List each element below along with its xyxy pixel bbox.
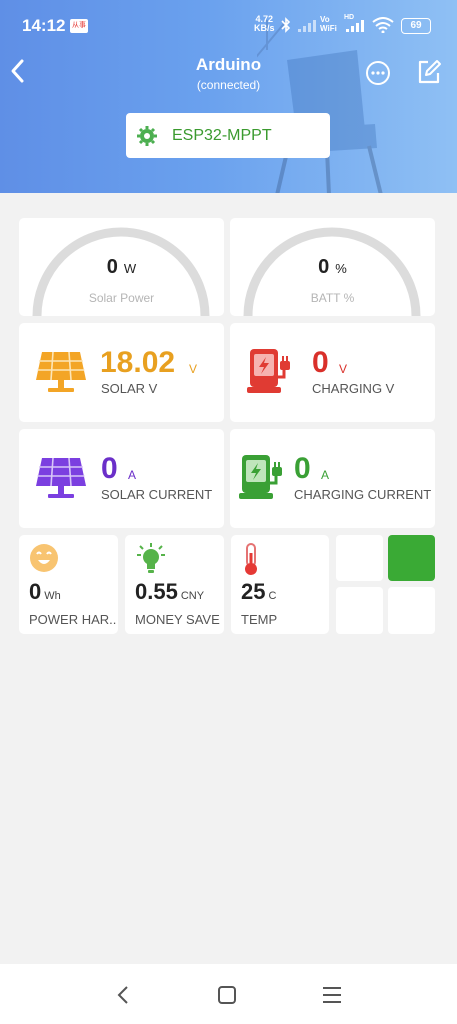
notification-badge-icon: 从事 [70,19,88,33]
gauge-label: Solar Power [88,291,155,305]
gauge-unit: W [123,261,137,276]
metric-label: SOLAR CURRENT [101,487,213,502]
metric-unit: A [321,468,330,482]
switch-button-4[interactable] [388,587,435,634]
switch-button-2[interactable] [388,535,435,581]
ev-charger-icon [247,349,290,393]
stat-label: POWER HAR.. [29,612,117,627]
ev-charger-icon [239,455,282,499]
network-speed-unit: KB/s [254,23,275,33]
solar-panel-icon [36,457,86,498]
stat-money-saved[interactable]: 0.55 CNY MONEY SAVE [125,535,224,634]
metric-value: 18.02 [100,346,176,379]
gauge-solar-power[interactable]: 0W Solar Power [19,218,224,316]
signal-strong-icon [346,20,364,32]
stat-value-wrap: 0.55 CNY [135,579,204,605]
status-bar: 14:12 从事 4.72 KB/s Vo WiFi HD 69 [0,0,457,50]
status-time: 14:12 [22,16,66,35]
gauge-value: 0 [318,256,330,278]
system-nav-bar [0,964,457,1024]
wifi-icon [372,17,394,33]
switch-button-3[interactable] [336,587,383,634]
stat-value: 25 [241,579,266,604]
edit-icon[interactable] [416,59,442,85]
battery-icon: 69 [401,18,431,34]
gear-icon [137,125,157,146]
switch-button-1[interactable] [336,535,383,581]
metric-solar-voltage[interactable]: 18.02 V SOLAR V [19,323,224,422]
stat-value-wrap: 0 Wh [29,579,61,605]
stat-label: MONEY SAVE [135,612,220,627]
vowifi-label: Vo WiFi [320,15,337,33]
metric-unit: V [339,362,348,376]
gauge-value-wrap: 0% [230,256,435,279]
stat-label: TEMP [241,612,278,627]
gauge-label: BATT % [310,291,355,305]
metric-charging-voltage[interactable]: 0 V CHARGING V [230,323,435,422]
signal-weak-icon [298,20,316,32]
gauge-unit: % [335,261,347,276]
nav-home-icon[interactable] [217,984,237,1006]
nav-menu-icon[interactable] [322,984,342,1006]
solar-panel-icon [36,351,86,392]
app-header: 14:12 从事 4.72 KB/s Vo WiFi HD 69 Arduino [0,0,457,193]
stat-value: 0.55 [135,579,178,604]
gauge-value-wrap: 0W [19,256,224,279]
bluetooth-icon [281,17,291,33]
stat-unit: CNY [180,590,205,602]
metric-solar-current[interactable]: 0 A SOLAR CURRENT [19,429,224,528]
metric-charging-current[interactable]: 0 A CHARGING CURRENT [230,429,435,528]
gauge-battery[interactable]: 0% BATT % [230,218,435,316]
stat-unit: Wh [44,590,61,602]
metric-label: SOLAR V [101,381,158,396]
metric-label: CHARGING V [312,381,395,396]
metric-unit: V [189,362,198,376]
metric-label: CHARGING CURRENT [294,487,432,502]
lightbulb-icon [137,543,165,573]
nav-back-icon[interactable] [114,984,132,1006]
stat-unit: C [268,590,277,602]
network-speed: 4.72 KB/s [254,15,275,33]
metric-value: 0 [294,452,311,485]
thermometer-icon [245,543,257,575]
stat-value: 0 [29,579,42,604]
smiley-icon [30,544,58,572]
stat-value-wrap: 25 C [241,579,276,605]
metric-value: 0 [312,346,329,379]
device-name: ESP32-MPPT [172,126,272,144]
device-selector[interactable]: ESP32-MPPT [126,113,330,158]
stat-power-harvested[interactable]: 0 Wh POWER HAR.. [19,535,118,634]
stat-temperature[interactable]: 25 C TEMP [231,535,329,634]
metric-value: 0 [101,452,118,485]
metric-unit: A [128,468,137,482]
more-options-icon[interactable] [365,60,391,86]
gauge-value: 0 [106,256,118,278]
